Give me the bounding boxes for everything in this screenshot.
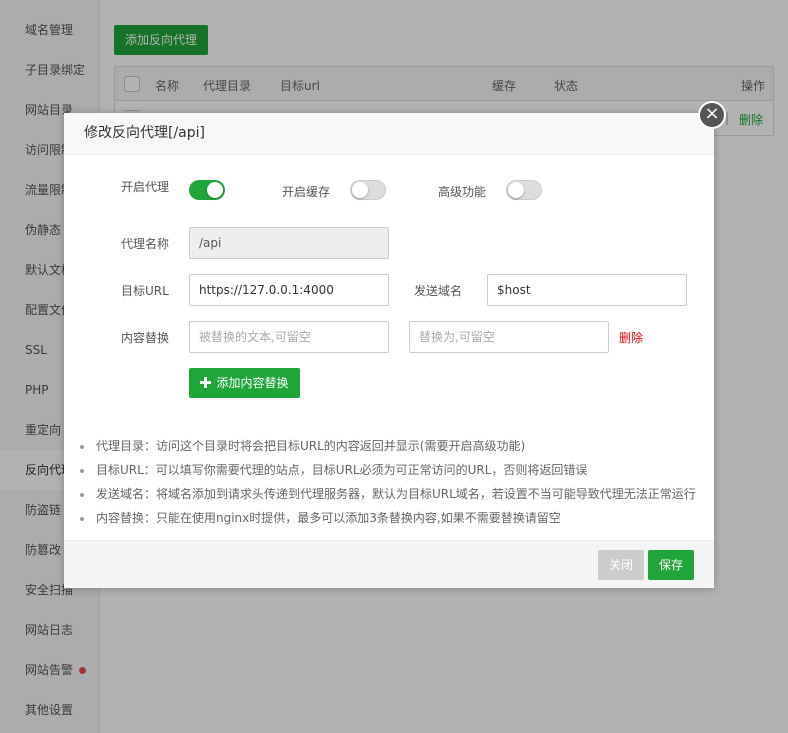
send-domain-label: 发送域名 xyxy=(414,284,463,298)
replace-from-input[interactable]: 被替换的文本,可留空 xyxy=(189,321,389,353)
replace-to-input[interactable]: 替换为,可留空 xyxy=(409,321,609,353)
help-item: 发送域名：将域名添加到请求头传递到代理服务器，默认为目标URL域名，若设置不当可… xyxy=(76,482,706,506)
plus-icon xyxy=(200,377,212,388)
close-icon[interactable]: × xyxy=(698,101,726,129)
toggle-knob xyxy=(207,182,223,198)
dialog-title: 修改反向代理[/api] xyxy=(64,113,714,155)
enable-proxy-toggle[interactable] xyxy=(189,180,225,200)
enable-cache-label: 开启缓存 xyxy=(282,185,331,199)
help-item: 目标URL：可以填写你需要代理的站点，目标URL必须为可正常访问的URL，否则将… xyxy=(76,458,706,482)
replace-delete-link[interactable]: 删除 xyxy=(619,329,643,346)
proxy-name-label: 代理名称 xyxy=(121,237,170,251)
toggle-knob xyxy=(352,182,368,198)
target-url-label: 目标URL xyxy=(121,284,169,298)
content-replace-label: 内容替换 xyxy=(121,331,170,345)
toggle-knob xyxy=(508,182,524,198)
help-list: 代理目录：访问这个目录时将会把目标URL的内容返回并显示(需要开启高级功能) 目… xyxy=(76,434,706,530)
send-domain-input[interactable]: $host xyxy=(487,274,687,306)
advanced-toggle[interactable] xyxy=(506,180,542,200)
enable-proxy-label: 开启代理 xyxy=(121,180,170,194)
close-button[interactable]: 关闭 xyxy=(598,550,644,580)
advanced-label: 高级功能 xyxy=(438,185,487,199)
add-replace-label: 添加内容替换 xyxy=(216,376,289,390)
edit-proxy-dialog: 修改反向代理[/api] × 开启代理 开启缓存 高级功能 代理名称 /api … xyxy=(64,101,726,588)
add-content-replace-button[interactable]: 添加内容替换 xyxy=(189,368,300,398)
enable-cache-toggle[interactable] xyxy=(350,180,386,200)
dialog-footer: 关闭 保存 xyxy=(64,540,714,588)
target-url-input[interactable]: https://127.0.0.1:4000 xyxy=(189,274,389,306)
save-button[interactable]: 保存 xyxy=(648,550,694,580)
help-item: 内容替换：只能在使用nginx时提供，最多可以添加3条替换内容,如果不需要替换请… xyxy=(76,506,706,530)
help-item: 代理目录：访问这个目录时将会把目标URL的内容返回并显示(需要开启高级功能) xyxy=(76,434,706,458)
proxy-name-input: /api xyxy=(189,227,389,259)
